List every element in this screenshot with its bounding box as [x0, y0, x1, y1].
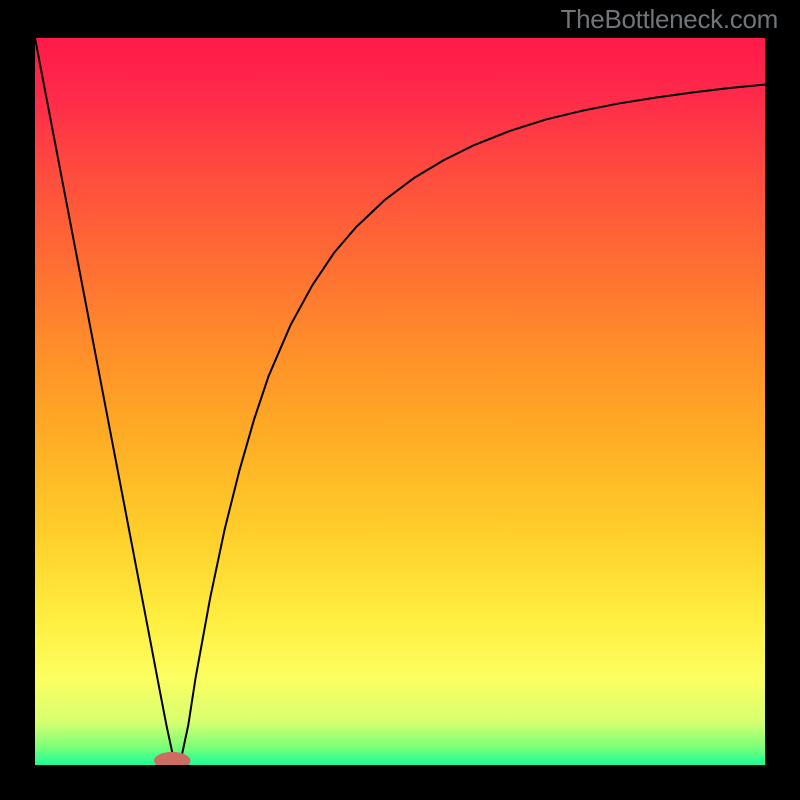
plot-area: [35, 38, 765, 765]
attribution-text: TheBottleneck.com: [561, 4, 778, 35]
chart-frame: TheBottleneck.com: [0, 0, 800, 800]
gradient-background: [35, 38, 765, 765]
chart-svg: [35, 38, 765, 765]
